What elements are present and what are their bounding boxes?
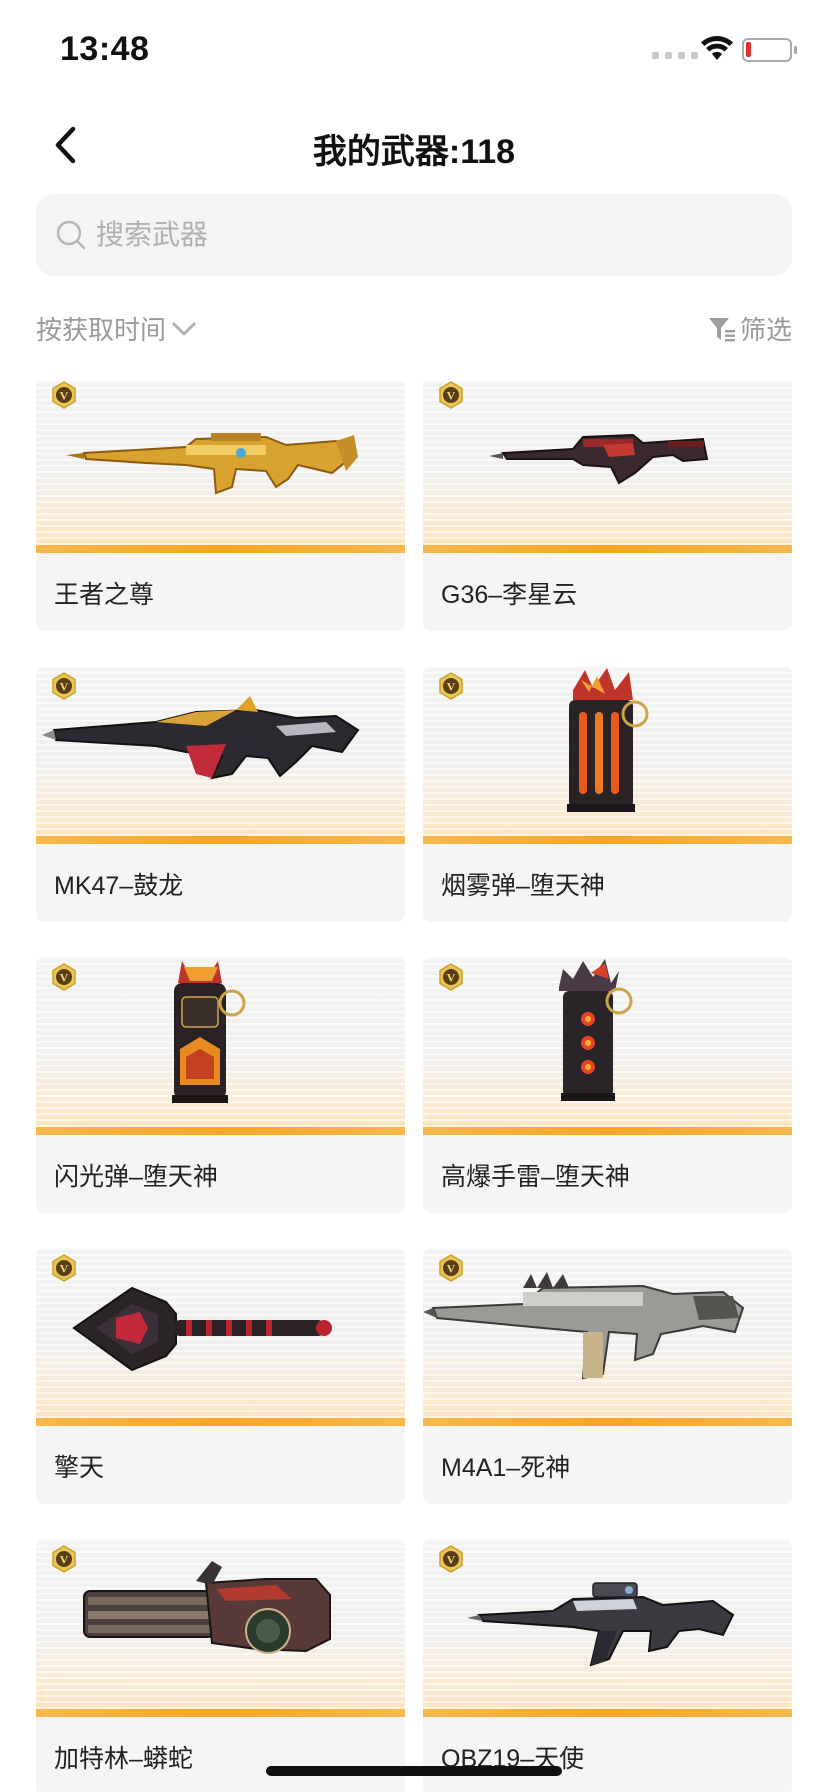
weapon-card[interactable]: V 王者之尊 bbox=[36, 381, 405, 631]
wifi-icon bbox=[701, 36, 733, 60]
grenade-image bbox=[567, 668, 649, 812]
rifle-image bbox=[489, 433, 709, 485]
vip-badge-icon: V bbox=[439, 672, 463, 700]
weapon-card[interactable]: V 加特林–蟒蛇 bbox=[36, 1539, 405, 1792]
rarity-bar bbox=[36, 1709, 405, 1717]
svg-text:V: V bbox=[447, 971, 456, 985]
page-title: 我的武器:118 bbox=[312, 133, 516, 171]
nav-bar: 我的武器:118 bbox=[0, 110, 828, 180]
vip-badge-icon: V bbox=[439, 963, 463, 991]
weapon-card[interactable]: V 闪光弹–堕天神 bbox=[36, 957, 405, 1213]
weapon-name: 加特林–蟒蛇 bbox=[54, 1745, 193, 1773]
rarity-bar bbox=[423, 1418, 792, 1426]
vip-badge-icon: V bbox=[52, 1545, 76, 1573]
weapon-name: G36–李星云 bbox=[441, 581, 578, 609]
grenade-image bbox=[559, 959, 633, 1101]
sort-dropdown[interactable]: 按获取时间 bbox=[36, 310, 196, 347]
status-time: 13:48 bbox=[60, 30, 150, 68]
weapon-card[interactable]: V 烟雾弹–堕天神 bbox=[423, 666, 792, 922]
home-indicator[interactable] bbox=[266, 1766, 562, 1776]
weapon-card[interactable]: V QBZ19–天使 bbox=[423, 1539, 792, 1792]
rifle-image bbox=[42, 696, 360, 780]
filter-icon bbox=[708, 317, 735, 341]
sort-label: 按获取时间 bbox=[36, 315, 167, 345]
battery-icon bbox=[742, 38, 797, 62]
weapon-name: 高爆手雷–堕天神 bbox=[441, 1163, 630, 1191]
vip-badge-icon: V bbox=[52, 381, 76, 409]
screen: 13:48 我的武器:118 按获取时间 bbox=[0, 0, 828, 1792]
svg-text:V: V bbox=[447, 389, 456, 403]
shovel-image bbox=[72, 1286, 332, 1372]
rifle-image bbox=[423, 1272, 745, 1380]
chevron-down-icon bbox=[172, 322, 196, 335]
vip-badge-icon: V bbox=[52, 963, 76, 991]
svg-text:V: V bbox=[447, 1553, 456, 1567]
weapon-name: M4A1–死神 bbox=[441, 1454, 571, 1482]
vip-badge-icon: V bbox=[439, 381, 463, 409]
svg-text:V: V bbox=[60, 971, 69, 985]
rarity-bar bbox=[36, 1418, 405, 1426]
status-bar: 13:48 bbox=[0, 0, 828, 100]
weapon-card[interactable]: V G36–李星云 bbox=[423, 381, 792, 631]
grenade-image bbox=[172, 961, 246, 1103]
search-icon bbox=[56, 220, 86, 250]
weapon-card[interactable]: V 高爆手雷–堕天神 bbox=[423, 957, 792, 1213]
svg-text:V: V bbox=[60, 389, 69, 403]
svg-text:V: V bbox=[447, 680, 456, 694]
rifle-image bbox=[66, 433, 358, 495]
search-bar[interactable] bbox=[36, 194, 792, 276]
weapon-grid: V 王者之尊 V G36–李星云 V MK47–鼓龙 V 烟雾弹–堕天神 V 闪… bbox=[36, 381, 792, 1792]
weapon-card[interactable]: V M4A1–死神 bbox=[423, 1248, 792, 1504]
weapon-name: 擎天 bbox=[54, 1454, 105, 1482]
weapon-name: 王者之尊 bbox=[54, 581, 155, 609]
rarity-bar bbox=[36, 1127, 405, 1135]
vip-badge-icon: V bbox=[439, 1254, 463, 1282]
vip-badge-icon: V bbox=[52, 672, 76, 700]
vip-badge-icon: V bbox=[52, 1254, 76, 1282]
vip-badge-icon: V bbox=[439, 1545, 463, 1573]
filter-button[interactable]: 筛选 bbox=[708, 310, 792, 347]
filter-label: 筛选 bbox=[739, 315, 792, 345]
rarity-bar bbox=[423, 545, 792, 553]
search-input[interactable] bbox=[96, 219, 736, 251]
weapon-name: MK47–鼓龙 bbox=[54, 872, 184, 900]
weapon-card[interactable]: V MK47–鼓龙 bbox=[36, 666, 405, 922]
weapon-name: 烟雾弹–堕天神 bbox=[441, 872, 605, 900]
rarity-bar bbox=[423, 836, 792, 844]
svg-text:V: V bbox=[60, 1262, 69, 1276]
rarity-bar bbox=[36, 545, 405, 553]
rarity-bar bbox=[423, 1127, 792, 1135]
rarity-bar bbox=[36, 836, 405, 844]
gatling-image bbox=[83, 1561, 331, 1654]
rarity-bar bbox=[423, 1709, 792, 1717]
signal-icon bbox=[652, 52, 698, 59]
svg-text:V: V bbox=[447, 1262, 456, 1276]
weapon-card[interactable]: V 擎天 bbox=[36, 1248, 405, 1504]
weapon-name: 闪光弹–堕天神 bbox=[54, 1163, 218, 1191]
svg-text:V: V bbox=[60, 1553, 69, 1567]
sort-filter-row: 按获取时间 筛选 bbox=[36, 310, 792, 350]
rifle-image bbox=[467, 1582, 735, 1667]
svg-text:V: V bbox=[60, 680, 69, 694]
